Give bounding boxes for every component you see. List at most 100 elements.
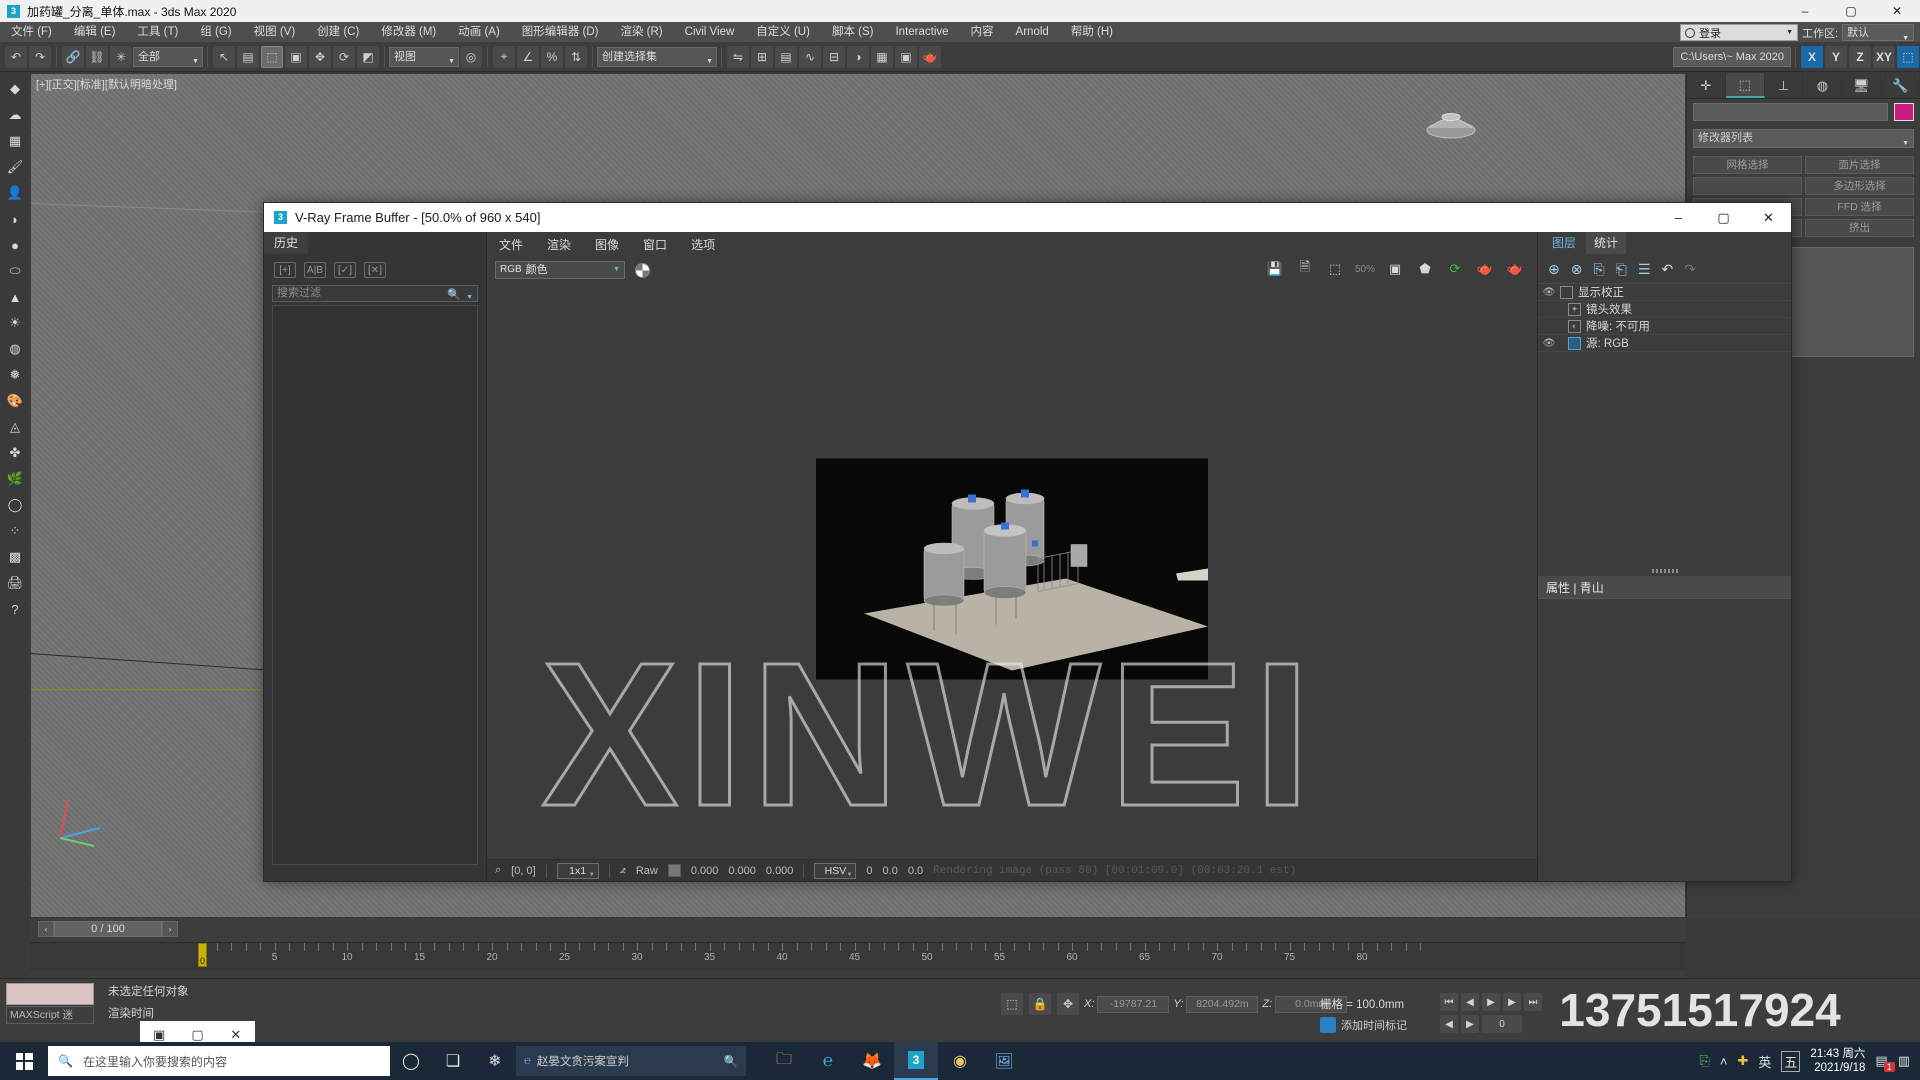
- menu-item-edit[interactable]: 编辑 (E): [63, 22, 127, 42]
- taskbar-clock[interactable]: 21:43 周六 2021/9/18: [1810, 1047, 1865, 1075]
- layer-row-denoise[interactable]: ◐ 降噪: 不可用: [1538, 318, 1791, 335]
- chevron-up-icon[interactable]: ˄: [1720, 1054, 1728, 1069]
- coord-y-value[interactable]: 8204.492m: [1186, 995, 1259, 1013]
- search-icon[interactable]: 🔍: [447, 288, 461, 303]
- go-to-start-button[interactable]: ⏮: [1440, 993, 1458, 1011]
- key-mode-next-button[interactable]: ▶: [1461, 1015, 1479, 1033]
- selection-filter-select[interactable]: 全部 ▼: [133, 46, 203, 67]
- curve-editor-button[interactable]: ∿: [799, 45, 821, 68]
- maximize-button[interactable]: ▢: [1828, 0, 1874, 22]
- history-list[interactable]: [272, 305, 478, 865]
- display-tab[interactable]: 🖥: [1842, 73, 1882, 98]
- named-selection-set-select[interactable]: 创建选择集 ▼: [597, 46, 717, 67]
- history-search-input[interactable]: 搜索过滤 🔍 ▼: [272, 285, 478, 302]
- angle-snap-button[interactable]: ∠: [517, 45, 539, 68]
- vfb-minimize-button[interactable]: –: [1656, 203, 1701, 232]
- save-image-icon[interactable]: 💾: [1265, 259, 1285, 279]
- menu-item-animation[interactable]: 动画 (A): [447, 22, 511, 42]
- task-view-icon[interactable]: ❏: [432, 1042, 474, 1080]
- helper-icon[interactable]: ✤: [3, 441, 27, 465]
- history-add-button[interactable]: [+]: [274, 262, 296, 278]
- play-button[interactable]: ▶: [1482, 993, 1500, 1011]
- modifier-list-select[interactable]: 修改器列表 ▼: [1693, 129, 1914, 148]
- workspace-value[interactable]: 默认 ▼: [1842, 24, 1914, 42]
- unlink-button[interactable]: ⛓: [86, 45, 108, 68]
- object-paint-icon[interactable]: 🖌: [3, 155, 27, 179]
- motion-tab[interactable]: ◍: [1803, 73, 1843, 98]
- taskbar-app-photos[interactable]: 🖼: [982, 1042, 1026, 1080]
- load-layer-icon[interactable]: ⎗: [1616, 261, 1627, 278]
- select-scale-button[interactable]: ◩: [357, 45, 379, 68]
- render-last-icon[interactable]: 🫖: [1475, 259, 1495, 279]
- help-icon[interactable]: ?: [3, 597, 27, 621]
- previous-frame-button[interactable]: ◀: [1461, 993, 1479, 1011]
- torus-icon[interactable]: ◍: [3, 337, 27, 361]
- panel-splitter[interactable]: [1538, 569, 1791, 575]
- menu-item-civil-view[interactable]: Civil View: [674, 22, 746, 42]
- fit-window-icon[interactable]: ▣: [1385, 259, 1405, 279]
- render-dialog-restore-button[interactable]: ▢: [178, 1027, 216, 1043]
- taskbar-app-file-explorer[interactable]: 🗀: [762, 1042, 806, 1080]
- snaps-toggle-button[interactable]: ⌖: [493, 45, 515, 68]
- selection-icon[interactable]: ▦: [3, 129, 27, 153]
- render-setup-button[interactable]: ▦: [871, 45, 893, 68]
- color-dots-icon[interactable]: ⁘: [3, 519, 27, 543]
- add-layer-icon[interactable]: ⊕: [1548, 261, 1560, 278]
- select-rotate-button[interactable]: ⟳: [333, 45, 355, 68]
- vfb-menu-options[interactable]: 选项: [691, 236, 715, 253]
- zoom-50-icon[interactable]: 50%: [1355, 259, 1375, 279]
- align-button[interactable]: ⊞: [751, 45, 773, 68]
- render-production-button[interactable]: 🫖: [919, 45, 941, 68]
- cortana-icon[interactable]: ◯: [390, 1042, 432, 1080]
- axis-y-button[interactable]: Y: [1825, 45, 1847, 68]
- pixel-pick-icon[interactable]: ⌕: [495, 864, 501, 877]
- mesh-select-button[interactable]: 网格选择: [1693, 156, 1802, 174]
- color-mode-select[interactable]: HSV ▼: [814, 862, 857, 879]
- ffd-select-button[interactable]: FFD 选择: [1805, 198, 1914, 216]
- menu-item-content[interactable]: 内容: [960, 22, 1005, 42]
- vertex-paint-icon[interactable]: 🎨: [3, 389, 27, 413]
- particle-icon[interactable]: ❅: [3, 363, 27, 387]
- modify-tab[interactable]: ⬚: [1725, 73, 1765, 98]
- vfb-canvas[interactable]: [487, 284, 1537, 853]
- minimize-button[interactable]: –: [1782, 0, 1828, 22]
- taskbar-app-chrome[interactable]: ◉: [938, 1042, 982, 1080]
- select-move-button[interactable]: ✥: [309, 45, 331, 68]
- notification-icon[interactable]: ▤ 1: [1875, 1053, 1895, 1072]
- maxscript-listener-color[interactable]: [6, 983, 94, 1005]
- color-mode-icon[interactable]: [635, 262, 650, 278]
- weather-icon[interactable]: ❄: [474, 1042, 516, 1080]
- tab-statistics[interactable]: 统计: [1586, 232, 1627, 254]
- render-frame-window-button[interactable]: ▣: [895, 45, 917, 68]
- menu-item-interactive[interactable]: Interactive: [884, 22, 959, 42]
- login-button[interactable]: 登录 ▼: [1680, 24, 1798, 41]
- refresh-icon[interactable]: ⟳: [1445, 259, 1465, 279]
- vfb-close-button[interactable]: ✕: [1746, 203, 1791, 232]
- deform-icon[interactable]: ◬: [3, 415, 27, 439]
- taskbar-app-firefox[interactable]: 🦊: [850, 1042, 894, 1080]
- extrude-button[interactable]: 挤出: [1805, 219, 1914, 237]
- save-layer-icon[interactable]: ⎘: [1593, 261, 1604, 278]
- standard-primitive-icon[interactable]: ◗: [3, 207, 27, 231]
- delete-layer-icon[interactable]: ⊗: [1571, 261, 1583, 278]
- menu-item-file[interactable]: 文件 (F): [0, 22, 63, 42]
- rendered-image[interactable]: [816, 458, 1208, 679]
- prev-frame-button[interactable]: ‹: [38, 921, 54, 937]
- poly-select-button[interactable]: 多边形选择: [1805, 177, 1914, 195]
- layer-row-source-rgb[interactable]: 👁 源: RGB: [1538, 335, 1791, 352]
- object-color-swatch[interactable]: [1894, 103, 1914, 121]
- render-dialog-close-button[interactable]: ✕: [217, 1027, 255, 1043]
- list-icon[interactable]: ☰: [1638, 261, 1651, 278]
- sample-size-select[interactable]: 1x1 ▼: [556, 862, 599, 879]
- history-load-button[interactable]: [✓]: [334, 262, 356, 278]
- redo-button[interactable]: ↷: [29, 45, 51, 68]
- utilities-tab[interactable]: 🔧: [1881, 73, 1920, 98]
- polygon-modeling-icon[interactable]: ◆: [3, 77, 27, 101]
- sphere-icon[interactable]: ●: [3, 233, 27, 257]
- show-desktop-icon[interactable]: ▥: [1898, 1053, 1910, 1069]
- bind-space-warp-button[interactable]: ✳: [110, 45, 132, 68]
- render-channel-select[interactable]: RGB 颜色 ▼: [495, 261, 625, 279]
- history-compare-button[interactable]: A|B: [304, 262, 326, 278]
- shield-icon[interactable]: ✚: [1737, 1053, 1748, 1069]
- vfb-menu-image[interactable]: 图像: [595, 236, 619, 253]
